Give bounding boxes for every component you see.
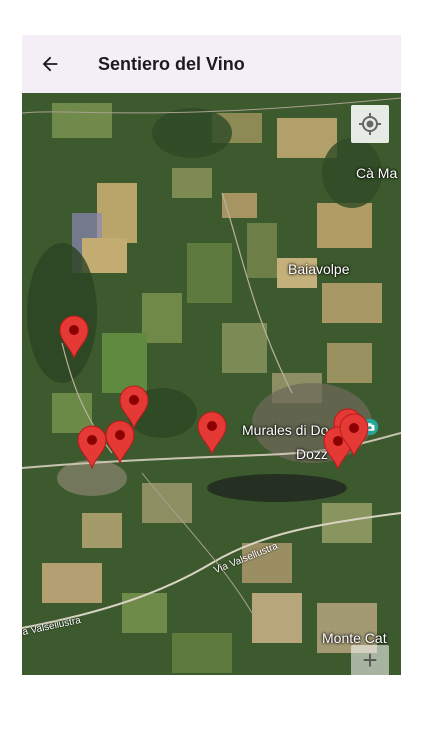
map-marker[interactable] [76,425,108,470]
place-label-ca-ma: Cà Ma [356,165,398,181]
map-pin-icon [59,315,89,360]
place-label-murales: Murales di Do [242,422,329,438]
map-view[interactable]: Cà Ma Baiavolpe Murales di Do Dozz Monte… [22,93,401,675]
map-pin-icon [77,425,107,470]
app-screen: Sentiero del Vino Cà Ma Baiavolpe Murale… [22,35,401,675]
my-location-button[interactable] [351,105,389,143]
map-pin-icon [339,413,369,458]
my-location-icon [359,113,381,135]
place-label-monte: Monte Cat [322,630,387,646]
app-bar: Sentiero del Vino [22,35,401,93]
zoom-in-button[interactable]: + [351,645,389,675]
map-marker[interactable] [104,420,136,465]
map-pin-icon [197,411,227,456]
place-label-baiavolpe: Baiavolpe [288,261,350,277]
map-pin-icon [105,420,135,465]
satellite-imagery [22,93,401,675]
arrow-back-icon [42,56,58,72]
map-marker[interactable] [58,315,90,360]
map-marker[interactable] [196,411,228,456]
back-button[interactable] [22,35,78,93]
page-title: Sentiero del Vino [98,53,245,74]
map-marker[interactable] [338,413,370,458]
